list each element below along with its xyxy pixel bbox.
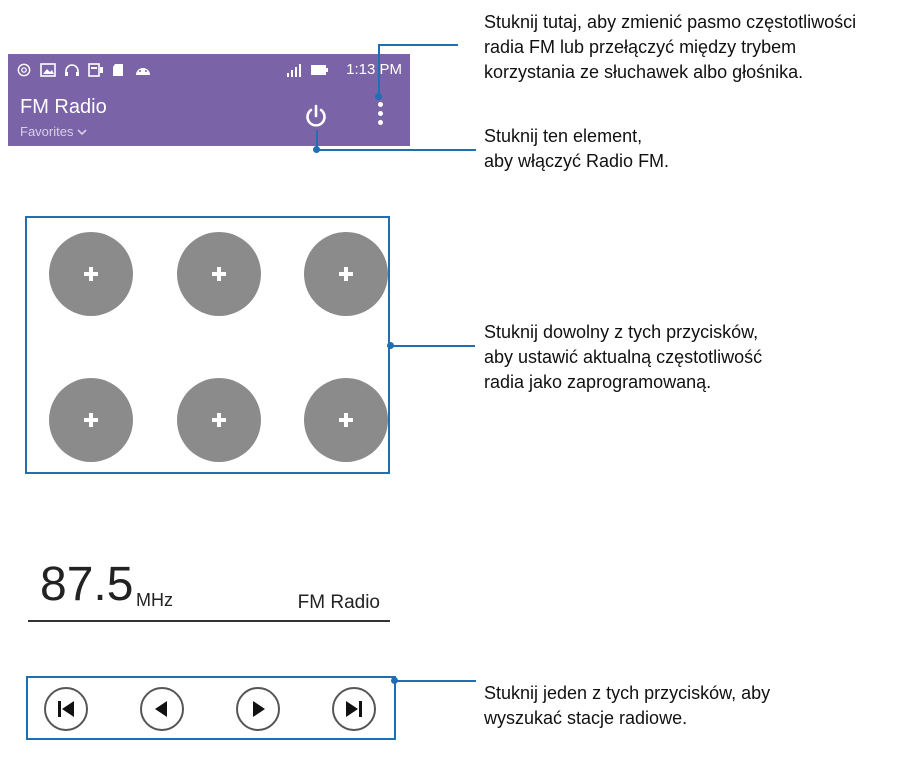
callout-menu-line-3: korzystania ze słuchawek albo głośnika.: [484, 62, 804, 82]
skip-next-icon: [346, 701, 362, 717]
callout-presets-line-3: radia jako zaprogramowaną.: [484, 372, 712, 392]
frequency-divider: [28, 620, 390, 622]
overflow-menu-button[interactable]: [374, 102, 386, 132]
callout-power-line-2: aby włączyć Radio FM.: [484, 151, 670, 171]
power-button[interactable]: [302, 102, 330, 130]
skip-previous-icon: [58, 701, 74, 717]
station-label: FM Radio: [297, 592, 380, 613]
callout-menu: Stuknij tutaj, aby zmienić pasmo częstot…: [484, 10, 856, 85]
callout-controls-line-2: wyszukać stacje radiowe.: [484, 708, 688, 728]
callout-leader-presets: [390, 345, 475, 347]
callout-controls: Stuknij jeden z tych przycisków, aby wys…: [484, 681, 770, 731]
callout-presets: Stuknij dowolny z tych przycisków, aby u…: [484, 320, 762, 395]
sd-card-icon: [113, 64, 123, 76]
preset-grid: [25, 216, 390, 474]
callout-controls-line-1: Stuknij jeden z tych przycisków, aby: [484, 683, 771, 703]
preset-button-1[interactable]: [49, 232, 133, 316]
phone-screen: 1:13 PM FM Radio Favorites 87.5 MHz FM R…: [8, 54, 410, 769]
callout-power-line-1: Stuknij ten element,: [484, 126, 643, 146]
frequency-unit: MHz: [136, 590, 173, 610]
seek-back-icon: [155, 701, 167, 717]
headphones-icon: [65, 64, 79, 76]
tuning-controls: [26, 676, 396, 740]
more-vert-icon: [374, 102, 386, 125]
image-icon: [40, 63, 56, 77]
callout-leader-power-v: [316, 130, 318, 150]
battery-icon: [311, 65, 328, 75]
app-bar: 1:13 PM FM Radio Favorites: [8, 54, 410, 146]
favorites-label: Favorites: [20, 124, 74, 139]
preset-button-6[interactable]: [304, 378, 388, 462]
callout-menu-line-2: radia FM lub przełączyć między trybem: [484, 37, 797, 57]
preset-button-3[interactable]: [304, 232, 388, 316]
chevron-down-icon: [77, 129, 87, 136]
preset-button-2[interactable]: [177, 232, 261, 316]
skip-next-button[interactable]: [332, 687, 376, 731]
preset-button-4[interactable]: [49, 378, 133, 462]
frequency-value: 87.5: [40, 558, 134, 611]
callout-presets-line-2: aby ustawić aktualną częstotliwość: [484, 347, 763, 367]
android-icon: [136, 68, 150, 75]
status-time: 1:13 PM: [346, 61, 402, 78]
callout-presets-line-1: Stuknij dowolny z tych przycisków,: [484, 322, 759, 342]
status-bar: 1:13 PM: [8, 54, 410, 86]
seek-back-button[interactable]: [140, 687, 184, 731]
chrome-icon: [17, 63, 31, 77]
skip-previous-button[interactable]: [44, 687, 88, 731]
app-title: FM Radio: [20, 96, 107, 118]
callout-power: Stuknij ten element, aby włączyć Radio F…: [484, 124, 669, 174]
preset-button-5[interactable]: [177, 378, 261, 462]
seek-forward-icon: [253, 701, 265, 717]
seek-forward-button[interactable]: [236, 687, 280, 731]
signal-icon: [287, 64, 301, 77]
favorites-dropdown[interactable]: Favorites: [20, 124, 87, 139]
callout-leader-power-h: [316, 149, 476, 151]
power-icon: [306, 104, 326, 127]
callout-menu-line-1: Stuknij tutaj, aby zmienić pasmo częstot…: [484, 12, 857, 32]
sim-icon: [88, 63, 103, 77]
callout-leader-controls: [394, 680, 476, 682]
callout-leader-menu-v: [378, 44, 380, 96]
callout-leader-menu-h: [378, 44, 458, 46]
